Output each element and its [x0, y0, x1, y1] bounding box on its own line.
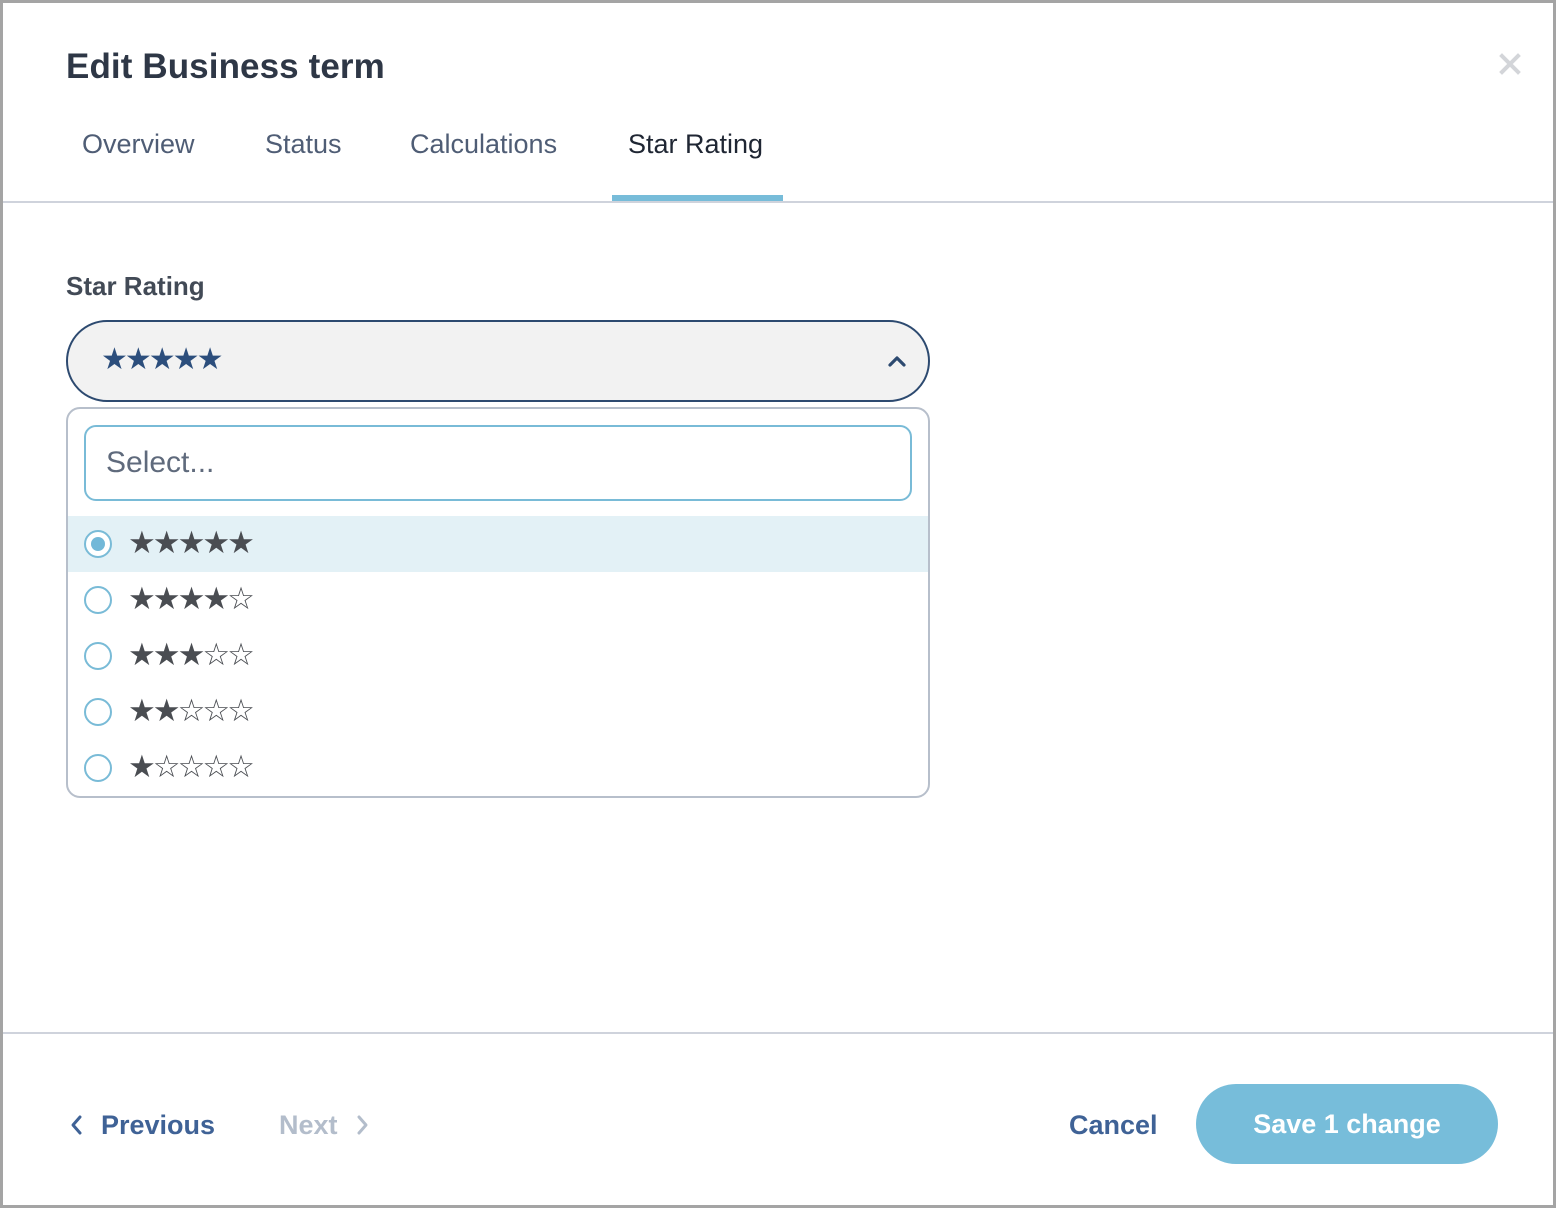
previous-button[interactable]: Previous — [69, 1103, 215, 1147]
tab-status[interactable]: Status — [249, 129, 358, 201]
dropdown-search-input[interactable] — [84, 425, 912, 501]
option-5-stars[interactable]: ★★★★★ — [68, 516, 928, 572]
close-icon — [1499, 53, 1521, 75]
star-rating-dropdown: ★★★★★ ★★★★☆ ★★★☆☆ ★★☆☆☆ ★☆☆☆☆ — [66, 407, 930, 798]
save-button[interactable]: Save 1 change — [1196, 1084, 1498, 1164]
tab-label: Status — [265, 129, 342, 159]
dialog-title: Edit Business term — [66, 47, 385, 86]
option-3-stars[interactable]: ★★★☆☆ — [68, 628, 928, 684]
option-label: ★☆☆☆☆ — [128, 749, 255, 785]
star-rating-label: Star Rating — [66, 271, 205, 301]
star-rating-select[interactable]: ★★★★★ — [66, 320, 930, 402]
cancel-button[interactable]: Cancel — [1069, 1103, 1158, 1147]
tab-label: Overview — [82, 129, 195, 159]
tab-overview[interactable]: Overview — [66, 129, 211, 201]
tab-star-rating[interactable]: Star Rating — [612, 129, 779, 201]
option-label: ★★☆☆☆ — [128, 693, 255, 729]
option-4-stars[interactable]: ★★★★☆ — [68, 572, 928, 628]
next-button[interactable]: Next — [279, 1103, 370, 1147]
radio-button-checked[interactable] — [84, 530, 112, 558]
radio-button[interactable] — [84, 698, 112, 726]
option-label: ★★★★★ — [128, 525, 255, 561]
footer-divider — [3, 1032, 1553, 1034]
tab-label: Star Rating — [628, 129, 764, 159]
previous-label: Previous — [101, 1109, 216, 1140]
tab-calculations[interactable]: Calculations — [394, 129, 573, 201]
option-1-star[interactable]: ★☆☆☆☆ — [68, 740, 928, 796]
radio-button[interactable] — [84, 586, 112, 614]
close-button[interactable] — [1493, 47, 1527, 81]
radio-button[interactable] — [84, 754, 112, 782]
tabs-divider — [3, 201, 1553, 203]
option-2-stars[interactable]: ★★☆☆☆ — [68, 684, 928, 740]
chevron-left-icon — [71, 1115, 82, 1135]
selected-value: ★★★★★ — [101, 342, 223, 377]
tab-label: Calculations — [410, 129, 558, 159]
option-label: ★★★★☆ — [128, 581, 255, 617]
chevron-right-icon — [357, 1115, 368, 1135]
edit-business-term-dialog: Edit Business term Overview Status Calcu… — [0, 0, 1556, 1208]
chevron-up-icon — [888, 356, 906, 367]
next-label: Next — [279, 1109, 338, 1140]
option-label: ★★★☆☆ — [128, 637, 255, 673]
radio-button[interactable] — [84, 642, 112, 670]
